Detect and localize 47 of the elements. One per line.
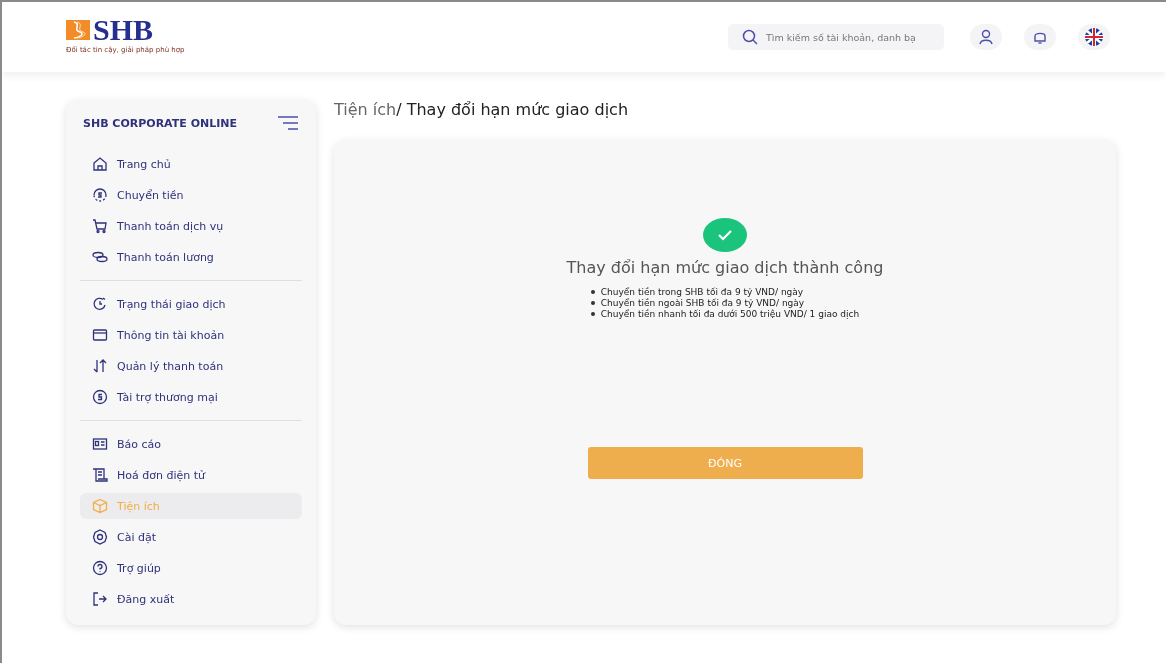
dollar-icon: [92, 389, 108, 405]
result-title: Thay đổi hạn mức giao dịch thành công: [566, 258, 884, 277]
bullet-icon: [590, 290, 595, 294]
logo-icon: [66, 19, 90, 40]
bullet-icon: [590, 301, 595, 305]
sidebar-title: SHB CORPORATE ONLINE: [83, 116, 237, 130]
invoice-icon: [92, 467, 108, 483]
sidebar-item[interactable]: Tài trợ thương mại: [80, 384, 302, 410]
cart-icon: [92, 218, 108, 234]
sidebar-item[interactable]: Trang chủ: [80, 151, 302, 177]
sidebar-item[interactable]: Hoá đơn điện tử: [80, 462, 302, 488]
bullet-icon: [590, 312, 595, 316]
sidebar-item[interactable]: Trợ giúp: [80, 555, 302, 581]
limit-detail: Chuyển tiền nhanh tối đa dưới 500 triệu VND/ 1 giao dịch: [600, 309, 860, 319]
language-button[interactable]: [1078, 24, 1110, 50]
box-icon: [92, 498, 108, 514]
sidebar-item[interactable]: Chuyển tiền: [80, 182, 302, 208]
gear-icon: [92, 529, 108, 545]
success-check-icon: [703, 218, 747, 252]
coins-icon: [92, 249, 108, 265]
menu-icon[interactable]: [278, 116, 298, 130]
limit-detail: Chuyển tiền trong SHB tối đa 9 tỷ VND/ ngày: [600, 287, 804, 297]
home-icon: [92, 156, 108, 172]
report-icon: [92, 436, 108, 452]
logo-text: SHB: [93, 14, 154, 45]
sidebar-item[interactable]: Thanh toán dịch vụ: [80, 213, 302, 239]
logout-icon: [92, 591, 108, 607]
sidebar-item[interactable]: Thông tin tài khoản: [80, 322, 302, 348]
limit-detail: Chuyển tiền ngoài SHB tối đa 9 tỷ VND/ ngày: [600, 298, 805, 308]
sidebar-item[interactable]: Trạng thái giao dịch: [80, 291, 302, 317]
flag-icon: [1085, 28, 1103, 46]
sidebar-item[interactable]: Quản lý thanh toán: [80, 353, 302, 379]
page-title: / Thay đổi hạn mức giao dịch: [396, 100, 628, 121]
help-icon: [92, 560, 108, 576]
notification-button[interactable]: [1024, 24, 1056, 50]
clock-icon: [92, 296, 108, 312]
sidebar-item[interactable]: Thanh toán lương: [80, 244, 302, 270]
wallet-icon: [92, 327, 108, 343]
sort-icon: [92, 358, 108, 374]
user-button[interactable]: [970, 24, 1002, 50]
search-field[interactable]: Tìm kiếm số tài khoản, danh bạ: [728, 24, 944, 50]
sidebar-item[interactable]: Đăng xuất: [80, 586, 302, 612]
sidebar-item[interactable]: Báo cáo: [80, 431, 302, 457]
user-icon: [978, 29, 994, 45]
breadcrumb-link[interactable]: Tiện ích: [334, 100, 397, 124]
sidebar-item[interactable]: Cài đặt: [80, 524, 302, 550]
search-icon: [742, 29, 758, 45]
